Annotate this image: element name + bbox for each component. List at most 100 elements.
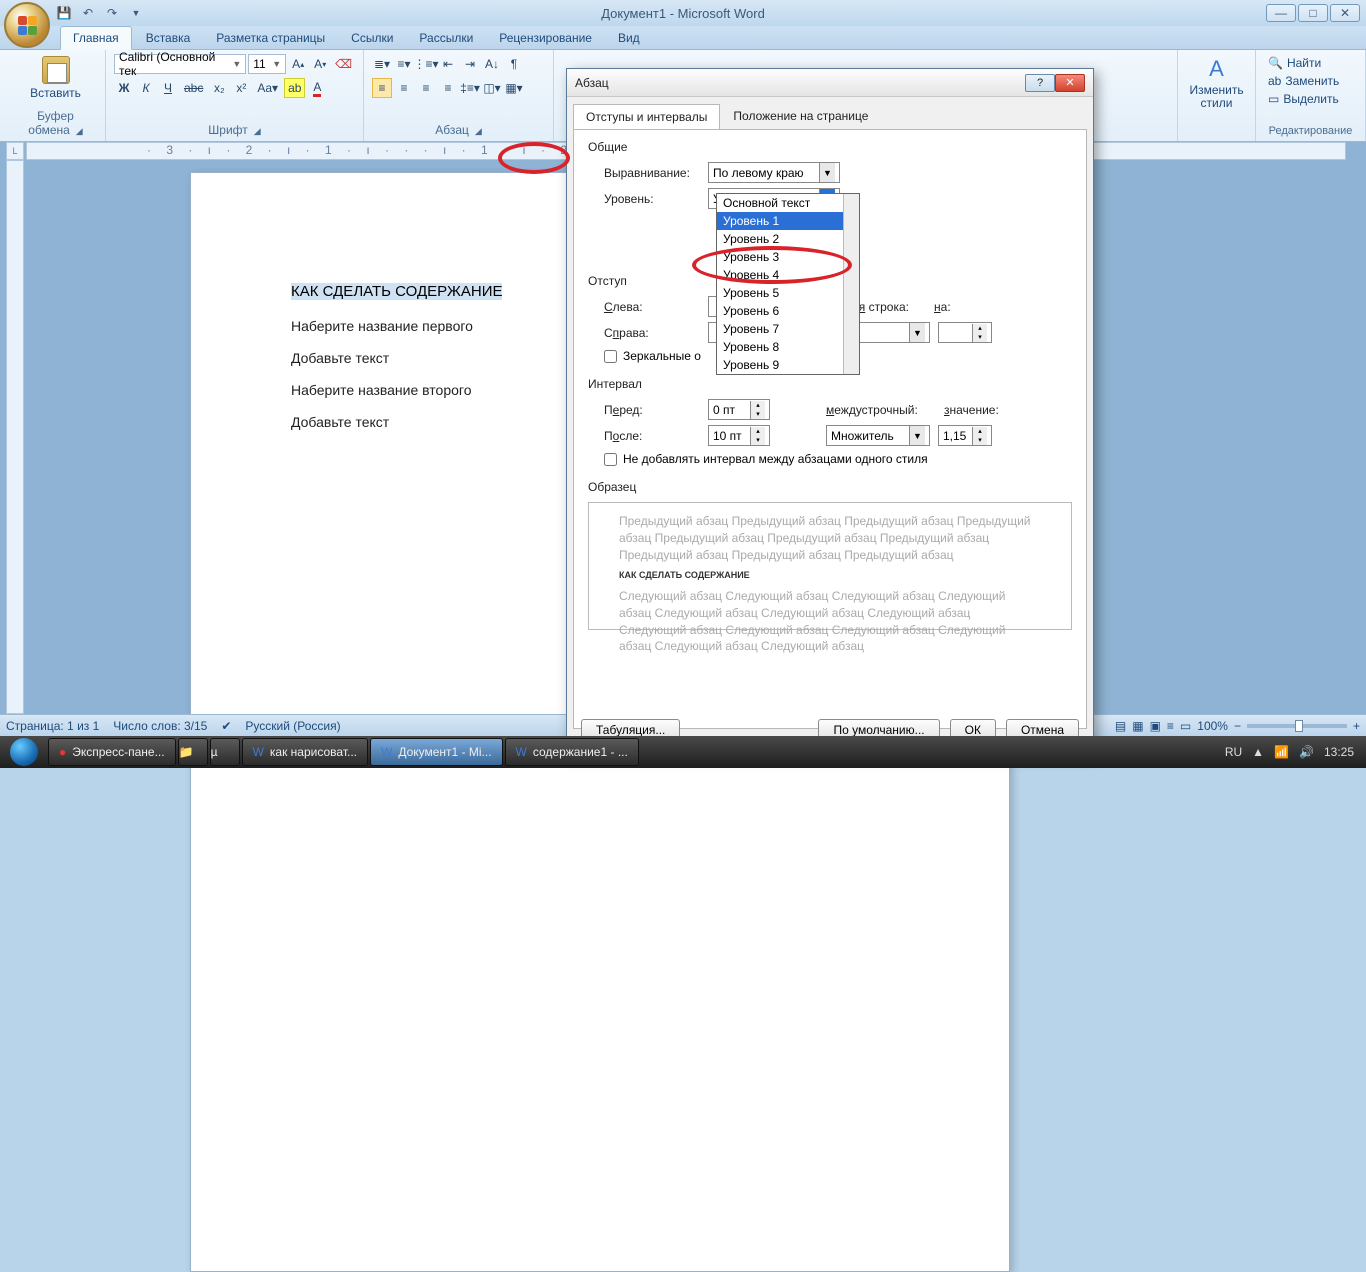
align-center-button[interactable]: ≡ (394, 78, 414, 98)
tray-flag-icon[interactable]: ▲ (1252, 745, 1264, 759)
tab-review[interactable]: Рецензирование (487, 27, 604, 49)
level-opt-0[interactable]: Основной текст (717, 194, 859, 212)
firstline-by-spin[interactable]: ▴▾ (938, 322, 992, 343)
level-opt-9[interactable]: Уровень 9 (717, 356, 859, 374)
case-button[interactable]: Aa▾ (253, 78, 282, 98)
dialog-tab-position[interactable]: Положение на странице (720, 103, 881, 129)
linespacing-combo[interactable]: Множитель▼ (826, 425, 930, 446)
start-button[interactable] (2, 737, 46, 767)
indent-dec-button[interactable]: ⇤ (438, 54, 458, 74)
taskbar-item-2[interactable]: Wкак нарисоват... (242, 738, 368, 766)
view-reading-icon[interactable]: ▦ (1132, 719, 1143, 733)
status-page[interactable]: Страница: 1 из 1 (6, 719, 99, 733)
qat-redo-icon[interactable]: ↷ (102, 3, 122, 23)
qat-save-icon[interactable]: 💾 (54, 3, 74, 23)
numbering-button[interactable]: ≡▾ (394, 54, 414, 74)
zoom-in-button[interactable]: + (1353, 719, 1360, 733)
dialog-tab-indents[interactable]: Отступы и интервалы (573, 104, 720, 130)
align-justify-button[interactable]: ≡ (438, 78, 458, 98)
sort-button[interactable]: A↓ (482, 54, 502, 74)
strike-button[interactable]: abc (180, 78, 207, 98)
linespacing-value-spin[interactable]: 1,15▴▾ (938, 425, 992, 446)
tab-references[interactable]: Ссылки (339, 27, 405, 49)
level-dropdown-scrollbar[interactable] (843, 194, 859, 374)
tab-mailings[interactable]: Рассылки (407, 27, 485, 49)
find-button[interactable]: 🔍Найти (1264, 54, 1357, 72)
tab-layout[interactable]: Разметка страницы (204, 27, 337, 49)
clear-format-icon[interactable]: ⌫ (332, 54, 355, 74)
view-outline-icon[interactable]: ≡ (1167, 719, 1174, 733)
taskbar-item-3[interactable]: WДокумент1 - Mi... (370, 738, 503, 766)
tray-volume-icon[interactable]: 🔊 (1299, 745, 1314, 759)
italic-button[interactable]: К (136, 78, 156, 98)
zoom-out-button[interactable]: − (1234, 719, 1241, 733)
alignment-combo[interactable]: По левому краю▼ (708, 162, 840, 183)
align-left-button[interactable]: ≡ (372, 78, 392, 98)
tab-home[interactable]: Главная (60, 26, 132, 50)
minimize-button[interactable]: — (1266, 4, 1296, 22)
show-marks-button[interactable]: ¶ (504, 54, 524, 74)
zoom-level[interactable]: 100% (1197, 719, 1228, 733)
status-language[interactable]: Русский (Россия) (245, 719, 340, 733)
vertical-ruler[interactable] (6, 160, 24, 714)
view-print-icon[interactable]: ▤ (1115, 719, 1126, 733)
after-spin[interactable]: 10 пт▴▾ (708, 425, 770, 446)
superscript-button[interactable]: x² (231, 78, 251, 98)
qat-customize-icon[interactable]: ▼ (126, 3, 146, 23)
close-button[interactable]: ✕ (1330, 4, 1360, 22)
dialog-close-button[interactable]: ✕ (1055, 74, 1085, 92)
level-opt-5[interactable]: Уровень 5 (717, 284, 859, 302)
shading-button[interactable]: ◫▾ (482, 78, 502, 98)
line-spacing-button[interactable]: ‡≡▾ (460, 78, 480, 98)
select-button[interactable]: ▭Выделить (1264, 90, 1357, 108)
bullets-button[interactable]: ≣▾ (372, 54, 392, 74)
office-button[interactable] (4, 2, 50, 48)
grow-font-icon[interactable]: A▴ (288, 54, 308, 74)
paste-button[interactable]: Вставить (14, 54, 97, 102)
no-add-space-checkbox[interactable]: Не добавлять интервал между абзацами одн… (604, 452, 1072, 466)
before-spin[interactable]: 0 пт▴▾ (708, 399, 770, 420)
level-opt-8[interactable]: Уровень 8 (717, 338, 859, 356)
view-web-icon[interactable]: ▣ (1150, 719, 1161, 733)
taskbar-explorer-icon[interactable]: 📁 (178, 738, 208, 766)
font-color-button[interactable]: A (307, 78, 327, 98)
zoom-slider[interactable] (1247, 724, 1347, 728)
doc-heading[interactable]: КАК СДЕЛАТЬ СОДЕРЖАНИЕ (291, 283, 502, 300)
indent-inc-button[interactable]: ⇥ (460, 54, 480, 74)
borders-button[interactable]: ▦▾ (504, 78, 524, 98)
status-proofing-icon[interactable]: ✔ (221, 719, 231, 733)
level-opt-1[interactable]: Уровень 1 (717, 212, 859, 230)
font-name-combo[interactable]: Calibri (Основной тек▼ (114, 54, 246, 74)
taskbar-utorrent-icon[interactable]: µ (210, 738, 240, 766)
replace-button[interactable]: abЗаменить (1264, 72, 1357, 90)
multilevel-button[interactable]: ⋮≡▾ (416, 54, 436, 74)
paragraph-launcher-icon[interactable]: ◢ (475, 126, 482, 136)
status-wordcount[interactable]: Число слов: 3/15 (113, 719, 207, 733)
tab-view[interactable]: Вид (606, 27, 652, 49)
change-styles-button[interactable]: A Изменить стили (1186, 54, 1247, 112)
maximize-button[interactable]: □ (1298, 4, 1328, 22)
level-opt-2[interactable]: Уровень 2 (717, 230, 859, 248)
font-size-combo[interactable]: 11▼ (248, 54, 286, 74)
level-opt-3[interactable]: Уровень 3 (717, 248, 859, 266)
shrink-font-icon[interactable]: A▾ (310, 54, 330, 74)
view-draft-icon[interactable]: ▭ (1180, 719, 1191, 733)
tray-lang[interactable]: RU (1225, 745, 1242, 759)
clipboard-launcher-icon[interactable]: ◢ (76, 126, 83, 136)
font-launcher-icon[interactable]: ◢ (254, 126, 261, 136)
subscript-button[interactable]: x₂ (209, 78, 229, 98)
highlight-button[interactable]: ab (284, 78, 305, 98)
level-opt-4[interactable]: Уровень 4 (717, 266, 859, 284)
tray-clock[interactable]: 13:25 (1324, 745, 1354, 759)
level-opt-7[interactable]: Уровень 7 (717, 320, 859, 338)
tray-network-icon[interactable]: 📶 (1274, 745, 1289, 759)
level-opt-6[interactable]: Уровень 6 (717, 302, 859, 320)
qat-undo-icon[interactable]: ↶ (78, 3, 98, 23)
bold-button[interactable]: Ж (114, 78, 134, 98)
taskbar-item-1[interactable]: ●Экспресс-пане... (48, 738, 176, 766)
align-right-button[interactable]: ≡ (416, 78, 436, 98)
taskbar-item-4[interactable]: Wсодержание1 - ... (505, 738, 639, 766)
tab-insert[interactable]: Вставка (134, 27, 203, 49)
dialog-help-button[interactable]: ? (1025, 74, 1055, 92)
underline-button[interactable]: Ч (158, 78, 178, 98)
